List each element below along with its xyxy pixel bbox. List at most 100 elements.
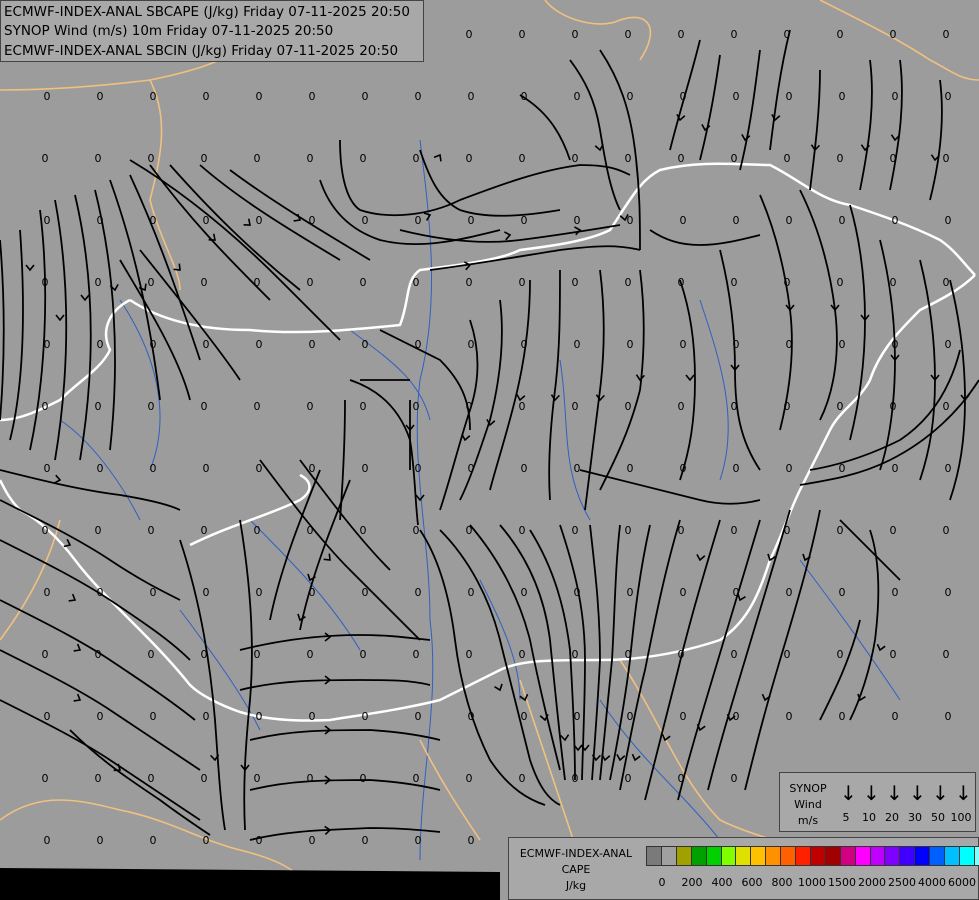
arrowhead xyxy=(696,553,706,562)
cape-color-swatch xyxy=(914,846,931,866)
streamline xyxy=(429,245,641,271)
cin-value-label: 0 xyxy=(839,214,846,227)
streamline xyxy=(0,539,191,661)
wind-legend-subtitle: Wind xyxy=(794,798,822,811)
cin-value-label: 0 xyxy=(362,90,369,103)
map-canvas: 0 0 0 0 0 0 0 0 0 0 0 0 0 0 0 0 0 0 0 0 0 0 0 0 0 0 0 0 0 0 0 0 0 0 0 0 0 0 0 0… xyxy=(0,0,979,900)
cin-value-label: 0 xyxy=(466,524,473,537)
cin-value-label: 0 xyxy=(97,214,104,227)
cin-value-label: 0 xyxy=(362,834,369,847)
cin-value-label: 0 xyxy=(574,90,581,103)
cin-value-label: 0 xyxy=(362,338,369,351)
cin-value-label: 0 xyxy=(415,90,422,103)
regional-border-line xyxy=(519,679,581,861)
cin-value-label: 0 xyxy=(413,400,420,413)
cin-value-label: 0 xyxy=(95,772,102,785)
cin-value-label: 0 xyxy=(148,648,155,661)
cin-value-label: 0 xyxy=(201,276,208,289)
cin-value-label: 0 xyxy=(468,586,475,599)
cin-value-label: 0 xyxy=(307,648,314,661)
cin-value-label: 0 xyxy=(97,462,104,475)
cin-value-label: 0 xyxy=(468,90,475,103)
cin-value-label: 0 xyxy=(837,152,844,165)
cin-value-label: 0 xyxy=(892,586,899,599)
cape-color-swatch xyxy=(929,846,946,866)
cin-value-label: 0 xyxy=(466,152,473,165)
cin-value-label: 0 xyxy=(521,90,528,103)
cin-value-label: 0 xyxy=(678,28,685,41)
cin-value-label: 0 xyxy=(837,276,844,289)
cin-value-label: 0 xyxy=(839,338,846,351)
country-border-line xyxy=(0,274,976,722)
cin-value-label: 0 xyxy=(360,648,367,661)
cin-value-label: 0 xyxy=(572,400,579,413)
cin-value-label: 0 xyxy=(42,152,49,165)
cin-value-label: 0 xyxy=(733,586,740,599)
streamline xyxy=(239,634,431,651)
streamline xyxy=(677,519,761,801)
arrowhead xyxy=(323,553,331,561)
cin-value-label: 0 xyxy=(415,214,422,227)
cin-value-label: 0 xyxy=(890,152,897,165)
cin-value-label: 0 xyxy=(44,834,51,847)
title-cin: ECMWF-INDEX-ANAL SBCIN (J/kg) Friday 07-… xyxy=(4,43,399,59)
cin-value-label: 0 xyxy=(572,152,579,165)
cape-color-swatch xyxy=(795,846,811,866)
cin-value-label: 0 xyxy=(309,586,316,599)
arrowhead xyxy=(685,374,695,382)
cin-value-label: 0 xyxy=(360,772,367,785)
cin-value-label: 0 xyxy=(574,214,581,227)
cin-value-label: 0 xyxy=(837,28,844,41)
cin-value-label: 0 xyxy=(784,276,791,289)
cape-legend: ECMWF-INDEX-ANAL CAPE J/kg 0 200 400 600… xyxy=(508,837,979,900)
streamline xyxy=(0,239,5,421)
cin-value-label: 0 xyxy=(892,90,899,103)
cape-color-swatch xyxy=(720,846,737,866)
cin-value-label: 0 xyxy=(945,710,952,723)
cape-color-swatch xyxy=(824,846,841,866)
cape-color-swatch xyxy=(809,846,826,866)
streamline xyxy=(199,164,341,261)
cin-value-label: 0 xyxy=(97,90,104,103)
cape-color-swatch xyxy=(854,846,871,866)
streamline xyxy=(259,459,421,641)
streamline xyxy=(169,164,301,291)
cin-value-label: 0 xyxy=(943,400,950,413)
cin-value-label: 0 xyxy=(521,338,528,351)
cin-value-label: 0 xyxy=(574,338,581,351)
cin-value-label: 0 xyxy=(97,338,104,351)
cin-value-label: 0 xyxy=(201,524,208,537)
cin-value-label: 0 xyxy=(680,338,687,351)
cin-value-label: 0 xyxy=(413,648,420,661)
cin-value-label: 0 xyxy=(733,90,740,103)
cin-value-label: 0 xyxy=(945,90,952,103)
cape-color-swatch xyxy=(705,846,722,866)
cin-value-label: 0 xyxy=(415,462,422,475)
cin-value-label: 0 xyxy=(627,462,634,475)
cape-color-swatch xyxy=(675,846,692,866)
cin-value-label: 0 xyxy=(254,400,261,413)
streamline xyxy=(679,279,696,481)
cin-value-label: 0 xyxy=(837,524,844,537)
cin-value-label: 0 xyxy=(150,834,157,847)
cin-value-label: 0 xyxy=(890,400,897,413)
cin-value-label: 0 xyxy=(784,152,791,165)
cin-value-label: 0 xyxy=(731,400,738,413)
cin-value-label: 0 xyxy=(945,586,952,599)
cin-value-label: 0 xyxy=(786,90,793,103)
cin-value-label: 0 xyxy=(839,90,846,103)
cin-value-label: 0 xyxy=(784,400,791,413)
cin-value-label: 0 xyxy=(413,276,420,289)
rivers xyxy=(59,139,901,861)
cin-value-label: 0 xyxy=(839,586,846,599)
cin-value-label: 0 xyxy=(521,214,528,227)
streamline xyxy=(759,194,793,431)
cape-legend-subtitle: CAPE xyxy=(561,863,591,876)
cin-value-label: 0 xyxy=(42,276,49,289)
cin-value-label: 0 xyxy=(625,400,632,413)
cin-value-label: 0 xyxy=(519,28,526,41)
country-border-line xyxy=(189,473,311,547)
cin-value-label: 0 xyxy=(413,524,420,537)
cin-value-label: 0 xyxy=(837,648,844,661)
cin-value-label: 0 xyxy=(521,710,528,723)
